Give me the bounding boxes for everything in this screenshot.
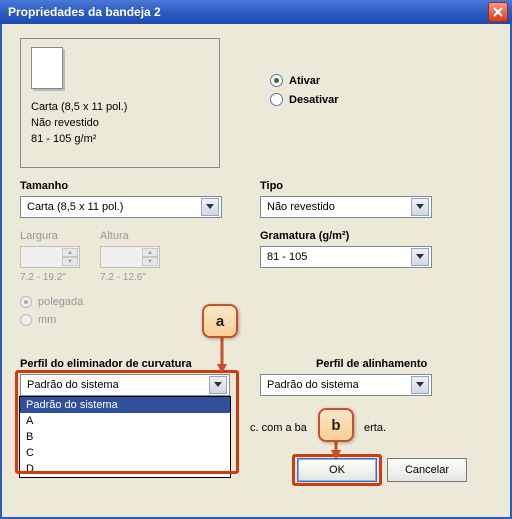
stepper-arrows-icon: ▲▼ [142, 248, 158, 266]
height-label: Altura [100, 230, 129, 242]
title-bar: Propriedades da bandeja 2 [0, 0, 512, 24]
height-hint: 7.2 - 12.6" [100, 272, 146, 283]
chevron-down-icon [411, 198, 429, 216]
radio-activate-on[interactable]: Ativar [270, 74, 339, 87]
radio-icon [20, 314, 32, 326]
radio-icon [270, 93, 283, 106]
preview-coating: Não revestido [31, 117, 209, 129]
weight-label: Gramatura (g/m²) [260, 230, 349, 242]
unit-mm: mm [20, 314, 56, 326]
dropdown-option[interactable]: A [20, 413, 230, 429]
width-label: Largura [20, 230, 58, 242]
sheet-icon [31, 47, 63, 89]
unit-inch: polegada [20, 296, 83, 308]
ok-label: OK [329, 464, 345, 476]
decurler-value: Padrão do sistema [27, 379, 119, 391]
type-label: Tipo [260, 180, 283, 192]
cancel-button[interactable]: Cancelar [387, 458, 467, 482]
radio-label: Desativar [289, 94, 339, 106]
decurler-dropdown-list[interactable]: Padrão do sistema A B C D [19, 396, 231, 478]
size-combo[interactable]: Carta (8,5 x 11 pol.) [20, 196, 222, 218]
chevron-down-icon [201, 198, 219, 216]
type-value: Não revestido [267, 201, 335, 213]
dropdown-option[interactable]: C [20, 445, 230, 461]
unit-inch-label: polegada [38, 296, 83, 308]
chevron-down-icon [411, 248, 429, 266]
height-spin: ▲▼ [100, 246, 160, 268]
window-title: Propriedades da bandeja 2 [8, 5, 161, 19]
radio-icon [20, 296, 32, 308]
alignment-label: Perfil de alinhamento [316, 358, 427, 370]
radio-activate-off[interactable]: Desativar [270, 93, 339, 106]
leader-a [216, 334, 230, 374]
client-area: Carta (8,5 x 11 pol.) Não revestido 81 -… [0, 24, 512, 519]
hint-text-right: erta. [364, 422, 386, 434]
decurler-combo[interactable]: Padrão do sistema [20, 374, 230, 396]
callout-a: a [202, 304, 238, 338]
weight-combo[interactable]: 81 - 105 [260, 246, 432, 268]
radio-icon [270, 74, 283, 87]
decurler-label: Perfil do eliminador de curvatura [20, 358, 192, 370]
chevron-down-icon [209, 376, 227, 394]
size-value: Carta (8,5 x 11 pol.) [27, 201, 123, 213]
alignment-combo[interactable]: Padrão do sistema [260, 374, 432, 396]
unit-mm-label: mm [38, 314, 56, 326]
preview-paper: Carta (8,5 x 11 pol.) [31, 101, 209, 113]
hint-text-left: c. com a ba [250, 422, 307, 434]
close-button[interactable] [488, 2, 508, 22]
callout-b: b [318, 408, 354, 442]
cancel-label: Cancelar [405, 464, 449, 476]
close-icon [493, 7, 503, 17]
type-combo[interactable]: Não revestido [260, 196, 432, 218]
width-hint: 7.2 - 19.2" [20, 272, 66, 283]
activate-group: Ativar Desativar [270, 74, 339, 112]
radio-label: Ativar [289, 75, 320, 87]
weight-value: 81 - 105 [267, 251, 307, 263]
leader-b [330, 440, 344, 460]
preview-weight: 81 - 105 g/m² [31, 133, 209, 145]
dropdown-option[interactable]: B [20, 429, 230, 445]
size-label: Tamanho [20, 180, 68, 192]
dropdown-option[interactable]: D [20, 461, 230, 477]
alignment-value: Padrão do sistema [267, 379, 359, 391]
paper-preview: Carta (8,5 x 11 pol.) Não revestido 81 -… [20, 38, 220, 168]
dropdown-option[interactable]: Padrão do sistema [20, 397, 230, 413]
stepper-arrows-icon: ▲▼ [62, 248, 78, 266]
ok-button[interactable]: OK [297, 458, 377, 482]
chevron-down-icon [411, 376, 429, 394]
width-spin: ▲▼ [20, 246, 80, 268]
